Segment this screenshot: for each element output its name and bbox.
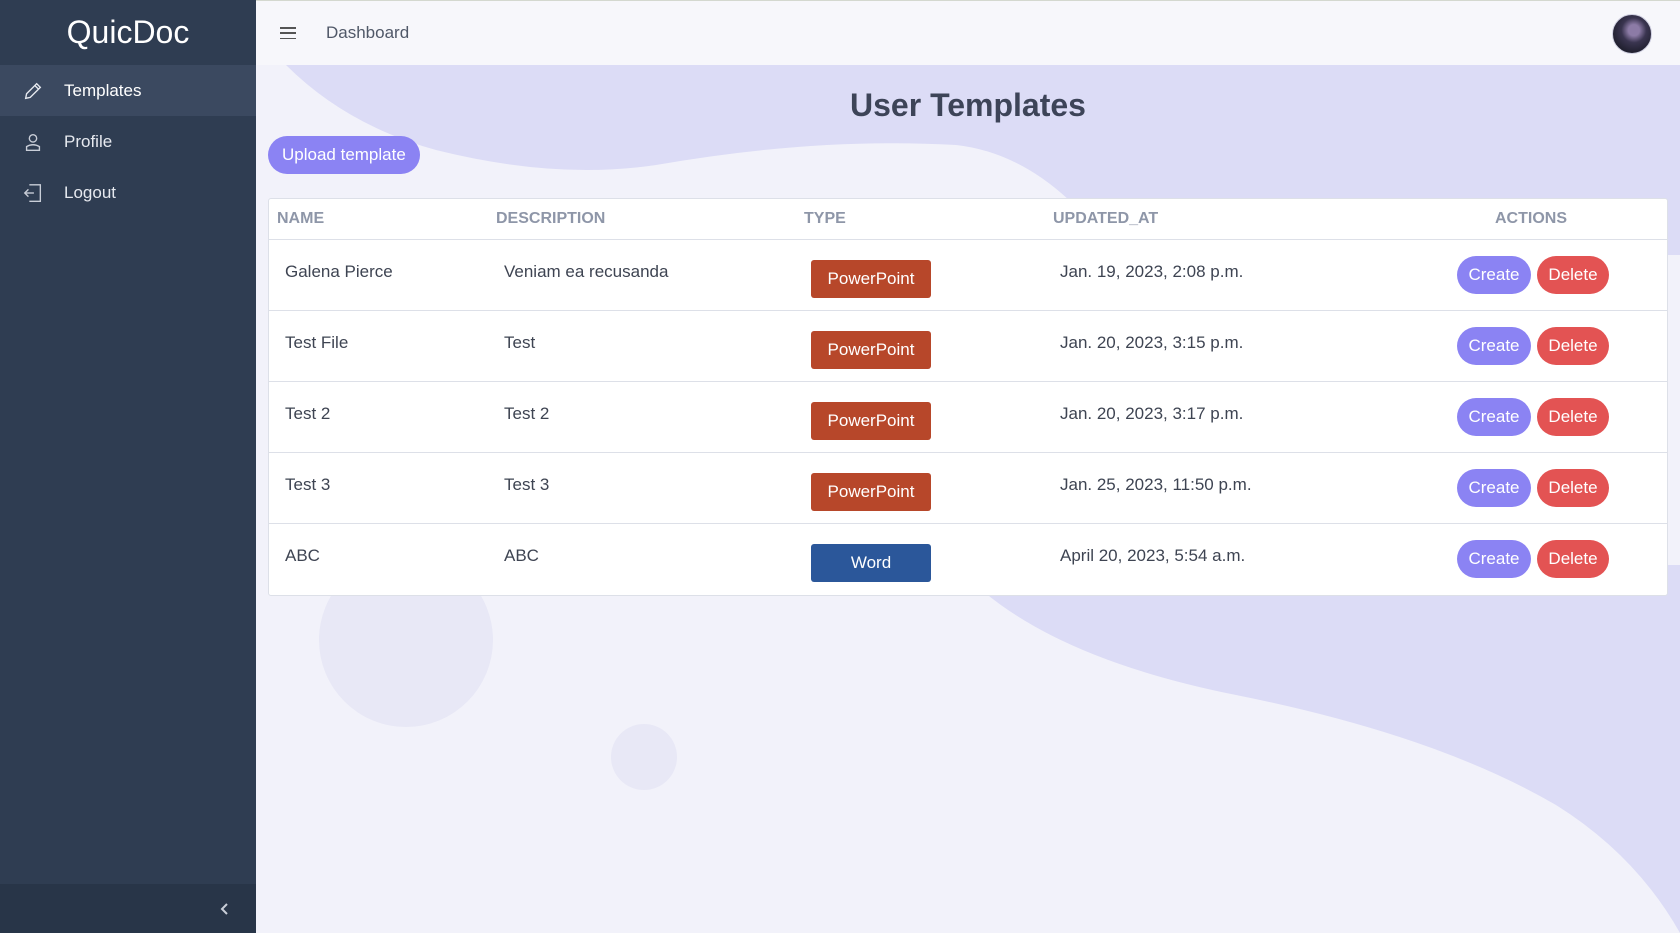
brand-logo[interactable]: QuicDoc bbox=[0, 0, 256, 65]
cell-updated-at: Jan. 25, 2023, 11:50 p.m. bbox=[1060, 475, 1252, 494]
sidebar-item-logout[interactable]: Logout bbox=[0, 167, 256, 218]
sidebar-collapse-button[interactable] bbox=[0, 884, 256, 933]
delete-button[interactable]: Delete bbox=[1537, 256, 1609, 294]
cell-name: ABC bbox=[285, 546, 320, 565]
row-actions: Create Delete bbox=[1457, 469, 1609, 507]
table-row: Test 2 Test 2 PowerPoint Jan. 20, 2023, … bbox=[269, 382, 1667, 453]
row-actions: Create Delete bbox=[1457, 256, 1609, 294]
pencil-icon bbox=[24, 82, 42, 99]
create-button[interactable]: Create bbox=[1457, 256, 1531, 294]
sidebar-item-profile[interactable]: Profile bbox=[0, 116, 256, 167]
create-button[interactable]: Create bbox=[1457, 398, 1531, 436]
breadcrumb[interactable]: Dashboard bbox=[326, 23, 409, 43]
cell-description: Test bbox=[504, 333, 536, 352]
column-header-actions: ACTIONS bbox=[1495, 210, 1567, 227]
sidebar-item-label: Templates bbox=[64, 80, 142, 100]
column-header-name[interactable]: NAME bbox=[277, 210, 324, 228]
cell-updated-at: Jan. 20, 2023, 3:17 p.m. bbox=[1060, 404, 1244, 423]
main-content: User Templates Upload template NAME DESC… bbox=[256, 65, 1680, 933]
logout-icon bbox=[23, 183, 42, 202]
cell-name: Galena Pierce bbox=[285, 262, 393, 281]
type-badge-powerpoint: PowerPoint bbox=[811, 473, 931, 511]
cell-description: Test 2 bbox=[504, 404, 550, 423]
column-header-type[interactable]: TYPE bbox=[804, 210, 846, 228]
cell-name: Test 3 bbox=[285, 475, 331, 494]
sidebar-item-label: Profile bbox=[64, 131, 113, 151]
table-row: Test File Test PowerPoint Jan. 20, 2023,… bbox=[269, 311, 1667, 382]
cell-updated-at: Jan. 20, 2023, 3:15 p.m. bbox=[1060, 333, 1244, 352]
row-actions: Create Delete bbox=[1457, 327, 1609, 365]
sidebar-item-templates[interactable]: Templates bbox=[0, 65, 256, 116]
type-badge-powerpoint: PowerPoint bbox=[811, 402, 931, 440]
table-header: NAME DESCRIPTION TYPE UPDATED_AT ACTIONS bbox=[269, 199, 1667, 240]
cell-description: Veniam ea recusanda bbox=[504, 262, 669, 281]
table-row: Galena Pierce Veniam ea recusanda PowerP… bbox=[269, 240, 1667, 311]
row-actions: Create Delete bbox=[1457, 540, 1609, 578]
row-actions: Create Delete bbox=[1457, 398, 1609, 436]
user-icon bbox=[25, 133, 41, 151]
delete-button[interactable]: Delete bbox=[1537, 398, 1609, 436]
table-row: Test 3 Test 3 PowerPoint Jan. 25, 2023, … bbox=[269, 453, 1667, 524]
create-button[interactable]: Create bbox=[1457, 469, 1531, 507]
delete-button[interactable]: Delete bbox=[1537, 469, 1609, 507]
cell-description: Test 3 bbox=[504, 475, 550, 494]
chevron-left-icon bbox=[220, 902, 228, 915]
column-header-description[interactable]: DESCRIPTION bbox=[496, 210, 605, 228]
topbar: Dashboard bbox=[256, 0, 1680, 65]
cell-description: ABC bbox=[504, 546, 539, 565]
avatar[interactable] bbox=[1612, 14, 1652, 54]
table-row: ABC ABC Word April 20, 2023, 5:54 a.m. C… bbox=[269, 524, 1667, 595]
delete-button[interactable]: Delete bbox=[1537, 540, 1609, 578]
cell-name: Test 2 bbox=[285, 404, 331, 423]
create-button[interactable]: Create bbox=[1457, 327, 1531, 365]
page-title: User Templates bbox=[850, 87, 1086, 123]
templates-table: NAME DESCRIPTION TYPE UPDATED_AT ACTIONS… bbox=[268, 198, 1668, 596]
cell-updated-at: April 20, 2023, 5:54 a.m. bbox=[1060, 546, 1246, 565]
delete-button[interactable]: Delete bbox=[1537, 327, 1609, 365]
type-badge-word: Word bbox=[811, 544, 931, 582]
column-header-updated-at[interactable]: UPDATED_AT bbox=[1053, 210, 1158, 228]
upload-template-button[interactable]: Upload template bbox=[268, 136, 420, 174]
cell-name: Test File bbox=[285, 333, 349, 352]
type-badge-powerpoint: PowerPoint bbox=[811, 260, 931, 298]
cell-updated-at: Jan. 19, 2023, 2:08 p.m. bbox=[1060, 262, 1244, 281]
sidebar: QuicDoc Templates Profile Logout bbox=[0, 0, 256, 933]
create-button[interactable]: Create bbox=[1457, 540, 1531, 578]
hamburger-icon[interactable] bbox=[278, 24, 298, 42]
type-badge-powerpoint: PowerPoint bbox=[811, 331, 931, 369]
sidebar-item-label: Logout bbox=[64, 182, 116, 202]
